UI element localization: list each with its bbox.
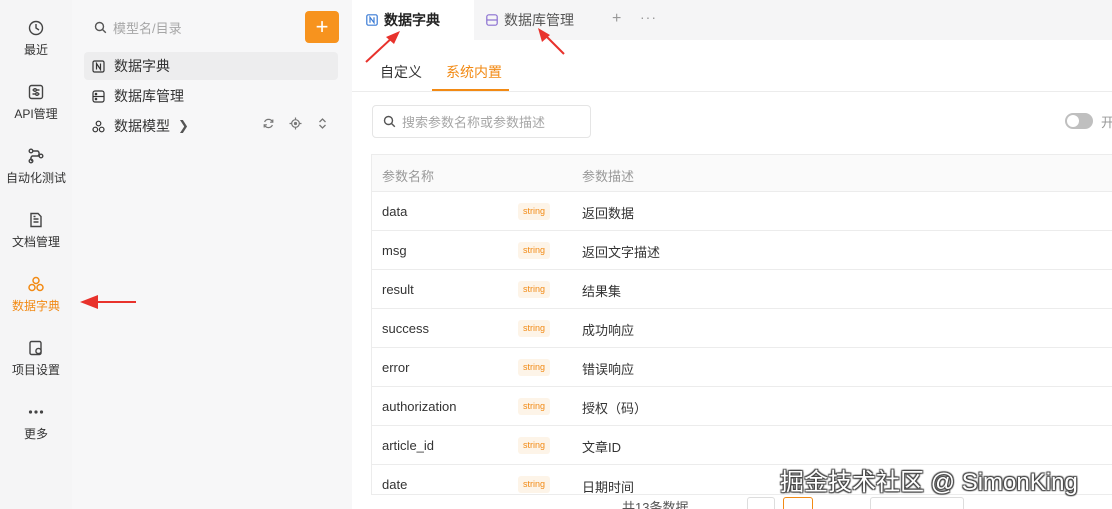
rail-item-label: 项目设置 bbox=[11, 362, 60, 377]
cell-desc: 返回数据 bbox=[582, 206, 635, 221]
rail-item-label: API管理 bbox=[14, 106, 58, 121]
rail-item-recent[interactable]: 最近 bbox=[0, 10, 72, 66]
automation-icon bbox=[28, 148, 44, 163]
model-icon bbox=[92, 120, 105, 132]
cell-desc: 错误响应 bbox=[582, 362, 635, 377]
database-icon bbox=[92, 89, 105, 103]
param-search-input[interactable]: 搜索参数名称或参数描述 bbox=[372, 105, 591, 138]
rail-item-dictionary[interactable]: 数据字典 bbox=[0, 266, 72, 322]
dictionary-icon bbox=[28, 276, 44, 291]
search-icon bbox=[383, 115, 396, 128]
type-badge: string bbox=[518, 242, 551, 259]
notion-icon bbox=[366, 14, 378, 26]
tree-item-label: 数据库管理 bbox=[114, 88, 184, 104]
param-search-placeholder: 搜索参数名称或参数描述 bbox=[402, 115, 546, 130]
expand-collapse-icon[interactable] bbox=[316, 117, 329, 130]
cell-name: authorization bbox=[382, 399, 457, 414]
api-icon bbox=[28, 84, 44, 99]
rail-item-label: 最近 bbox=[23, 42, 48, 57]
cell-name: date bbox=[382, 477, 408, 492]
rail-item-label: 数据字典 bbox=[11, 298, 60, 313]
annotation-arrow-icon bbox=[538, 28, 565, 55]
pager-size-select[interactable] bbox=[870, 497, 964, 509]
cell-desc: 日期时间 bbox=[582, 480, 635, 495]
left-rail: 最近 API管理 自动化测试 文档管理 数据字典 项目设置 更多 bbox=[0, 0, 72, 509]
tree-tools bbox=[262, 117, 329, 130]
subtab-active-indicator bbox=[432, 89, 509, 91]
table-row[interactable]: msg string 返回文字描述 bbox=[371, 231, 1112, 270]
watermark: 掘金技术社区 @ SimonKing bbox=[780, 469, 1078, 496]
tree-item-database[interactable]: 数据库管理 bbox=[84, 82, 338, 110]
tree-panel: 模型名/目录 + 数据字典 数据库管理 数据模型 ❯ bbox=[72, 0, 352, 509]
chevron-right-icon[interactable]: ❯ bbox=[178, 118, 189, 134]
cell-name: article_id bbox=[382, 438, 435, 453]
subtab-builtin[interactable]: 系统内置 bbox=[446, 62, 502, 82]
settings-icon bbox=[29, 340, 42, 355]
search-icon bbox=[94, 21, 107, 33]
tree-search-input[interactable]: 模型名/目录 bbox=[84, 12, 302, 42]
table-header: 参数名称 参数描述 bbox=[371, 155, 1112, 192]
params-table: 参数名称 参数描述 data string 返回数据 msg string 返回… bbox=[371, 154, 1112, 495]
tab-more-button[interactable]: ··· bbox=[640, 9, 657, 25]
annotation-arrow-icon bbox=[80, 295, 136, 309]
table-row[interactable]: result string 结果集 bbox=[371, 270, 1112, 309]
type-badge: string bbox=[518, 437, 551, 454]
header-param-desc: 参数描述 bbox=[582, 169, 635, 184]
rail-item-settings[interactable]: 项目设置 bbox=[0, 330, 72, 386]
rail-item-label: 文档管理 bbox=[11, 234, 60, 249]
type-badge: string bbox=[518, 359, 551, 376]
rail-item-api[interactable]: API管理 bbox=[0, 74, 72, 130]
tree-item-label: 数据字典 bbox=[114, 58, 170, 74]
history-icon bbox=[28, 20, 44, 35]
pager-prev-button[interactable] bbox=[747, 497, 775, 509]
pager-total: 共13条数据 bbox=[622, 500, 689, 509]
cell-desc: 文章ID bbox=[582, 440, 622, 455]
type-badge: string bbox=[518, 398, 551, 415]
main-panel: 数据字典 数据库管理 + ··· 自定义 系统内置 搜索参数名称或参数描述 开 … bbox=[352, 0, 1112, 509]
cell-desc: 结果集 bbox=[582, 284, 622, 299]
cell-name: msg bbox=[382, 243, 407, 258]
header-param-name: 参数名称 bbox=[382, 169, 435, 184]
rail-item-label: 自动化测试 bbox=[5, 170, 66, 185]
app-window: 最近 API管理 自动化测试 文档管理 数据字典 项目设置 更多 模型名/目录 … bbox=[0, 0, 1112, 509]
annotation-arrow-icon bbox=[365, 31, 400, 63]
notion-icon bbox=[92, 59, 105, 73]
pager-current-page[interactable] bbox=[783, 497, 813, 509]
table-row[interactable]: authorization string 授权（码） bbox=[371, 387, 1112, 426]
rail-item-label: 更多 bbox=[23, 426, 48, 441]
cell-desc: 授权（码） bbox=[582, 401, 648, 416]
tab-label: 数据字典 bbox=[384, 12, 440, 28]
locate-icon[interactable] bbox=[289, 117, 302, 130]
cell-desc: 成功响应 bbox=[582, 323, 635, 338]
type-badge: string bbox=[518, 320, 551, 337]
cell-name: result bbox=[382, 282, 414, 297]
tree-item-label: 数据模型 bbox=[114, 118, 170, 134]
subtab-bar: 自定义 系统内置 bbox=[352, 52, 1112, 92]
new-tab-button[interactable]: + bbox=[612, 10, 621, 28]
cell-name: success bbox=[382, 321, 429, 336]
rail-item-more[interactable]: 更多 bbox=[0, 394, 72, 450]
add-button[interactable]: + bbox=[305, 11, 339, 43]
toggle-switch[interactable] bbox=[1065, 113, 1093, 129]
rail-item-docs[interactable]: 文档管理 bbox=[0, 202, 72, 258]
rail-item-automation[interactable]: 自动化测试 bbox=[0, 138, 72, 194]
tree-search-placeholder: 模型名/目录 bbox=[113, 20, 182, 36]
table-row[interactable]: success string 成功响应 bbox=[371, 309, 1112, 348]
cell-name: data bbox=[382, 204, 408, 219]
more-icon bbox=[28, 409, 44, 414]
tree-item-dictionary[interactable]: 数据字典 bbox=[84, 52, 338, 80]
refresh-icon[interactable] bbox=[262, 117, 275, 130]
type-badge: string bbox=[518, 203, 551, 220]
table-row[interactable]: article_id string 文章ID bbox=[371, 426, 1112, 465]
document-icon bbox=[30, 212, 42, 227]
table-row[interactable]: error string 错误响应 bbox=[371, 348, 1112, 387]
tab-bar: 数据字典 数据库管理 + ··· bbox=[352, 0, 1112, 40]
cell-name: error bbox=[382, 360, 410, 375]
database-icon bbox=[486, 14, 498, 26]
table-row[interactable]: data string 返回数据 bbox=[371, 192, 1112, 231]
toggle-label: 开 bbox=[1101, 115, 1112, 130]
cell-desc: 返回文字描述 bbox=[582, 245, 661, 260]
type-badge: string bbox=[518, 281, 551, 298]
type-badge: string bbox=[518, 476, 551, 493]
